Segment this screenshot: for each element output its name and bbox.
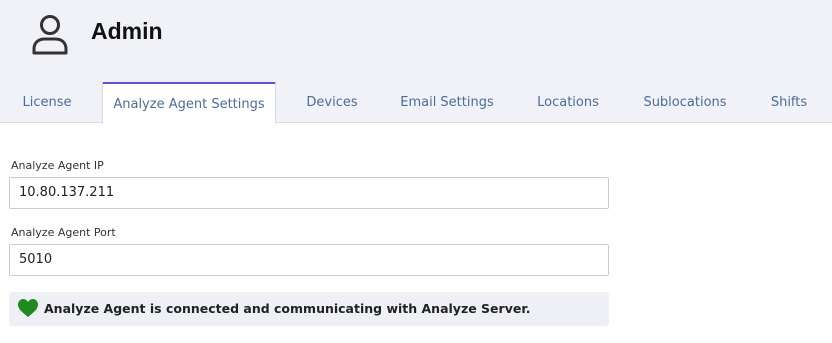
tab-locations[interactable]: Locations <box>528 82 608 123</box>
agent-port-input[interactable]: 5010 <box>9 244 609 276</box>
tab-license[interactable]: License <box>14 82 80 123</box>
tab-analyze-agent-settings[interactable]: Analyze Agent Settings <box>102 82 276 124</box>
heart-icon <box>18 299 38 317</box>
admin-header: Admin License Analyze Agent Settings Dev… <box>0 0 832 124</box>
tab-devices[interactable]: Devices <box>296 82 368 123</box>
tab-shifts[interactable]: Shifts <box>762 82 816 123</box>
tab-bar: License Analyze Agent Settings Devices E… <box>0 82 832 124</box>
user-icon <box>32 15 68 55</box>
connection-status: Analyze Agent is connected and communica… <box>9 292 609 326</box>
agent-ip-input[interactable]: 10.80.137.211 <box>9 177 609 209</box>
tab-sublocations[interactable]: Sublocations <box>636 82 734 123</box>
tab-email-settings[interactable]: Email Settings <box>393 82 501 123</box>
agent-port-label: Analyze Agent Port <box>11 226 116 239</box>
agent-ip-label: Analyze Agent IP <box>11 159 104 172</box>
page-title: Admin <box>91 18 163 44</box>
connection-status-text: Analyze Agent is connected and communica… <box>44 301 531 316</box>
